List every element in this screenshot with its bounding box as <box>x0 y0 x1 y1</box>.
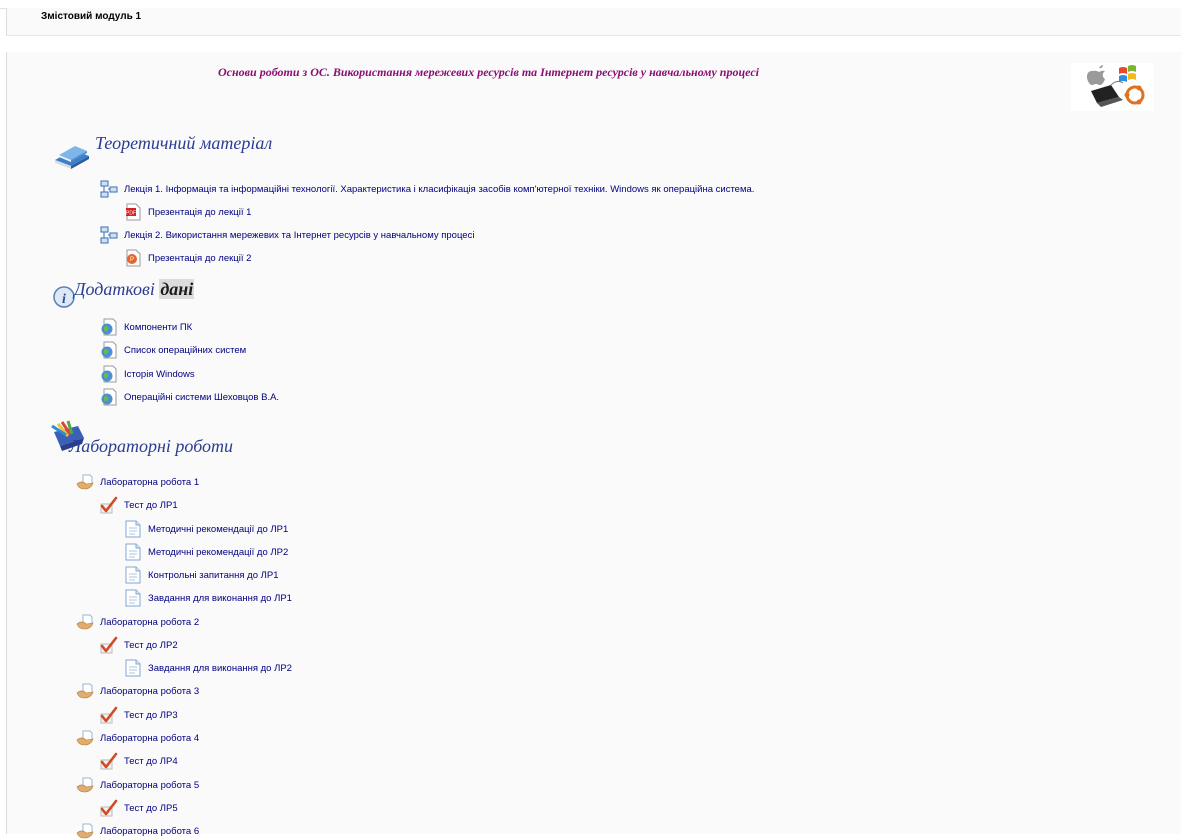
list-item-label: Лабораторна робота 5 <box>100 779 200 791</box>
list-item-label: Завдання для виконання до ЛР2 <box>148 662 292 674</box>
page-structure-icon <box>100 180 118 198</box>
list-item-label: Презентація до лекції 2 <box>148 252 252 264</box>
list-item-label: Тест до ЛР5 <box>124 802 178 814</box>
assignment-icon <box>76 474 94 490</box>
list-item[interactable]: Історія Windows <box>100 365 195 383</box>
web-link-icon <box>101 388 117 406</box>
quiz-icon <box>100 799 118 817</box>
list-item[interactable]: PDF Презентація до лекції 1 <box>124 203 251 221</box>
theory-heading: Теоретичний матеріал <box>95 133 273 153</box>
page-icon <box>125 589 141 607</box>
assignment-icon <box>76 683 94 699</box>
list-item-label: Тест до ЛР1 <box>124 499 178 511</box>
list-item-label: Лабораторна робота 4 <box>100 732 200 744</box>
svg-text:i: i <box>62 292 66 307</box>
quiz-icon <box>100 636 118 654</box>
section-header <box>6 8 1181 36</box>
list-item[interactable]: Лекція 2. Використання мережевих та Інте… <box>100 226 474 244</box>
books-icon <box>55 146 89 169</box>
list-item-label: Методичні рекомендації до ЛР1 <box>148 523 289 535</box>
labs-heading: Лабораторні роботи <box>69 436 234 456</box>
list-item[interactable]: Тест до ЛР5 <box>100 799 178 817</box>
list-item-label: Компоненти ПК <box>124 321 193 333</box>
list-item[interactable]: Лабораторна робота 4 <box>76 729 199 747</box>
list-item-label: Лабораторна робота 3 <box>100 685 200 697</box>
section-gap <box>0 36 1181 52</box>
web-link-icon <box>101 318 117 336</box>
os-logos-icon <box>1071 63 1154 111</box>
list-item-label: Список операційних систем <box>124 344 247 356</box>
list-item[interactable]: Тест до ЛР4 <box>100 752 178 770</box>
assignment-icon <box>76 823 94 839</box>
page-structure-icon <box>100 226 118 244</box>
web-link-icon <box>101 341 117 359</box>
assignment-icon <box>76 614 94 630</box>
list-item-label: Лабораторна робота 2 <box>100 616 200 628</box>
list-item[interactable]: Лабораторна робота 1 <box>76 473 199 491</box>
extra-heading: Додаткові дані <box>74 279 195 300</box>
list-item[interactable]: Операційні системи Шеховцов В.А. <box>100 388 279 406</box>
list-item[interactable]: Тест до ЛР3 <box>100 706 178 724</box>
web-link-icon <box>101 365 117 383</box>
section-title: Змістовий модуль 1 <box>41 11 142 22</box>
pdf-icon: PDF <box>126 203 141 221</box>
list-item-label: Лабораторна робота 6 <box>100 825 200 837</box>
list-item[interactable]: Лабораторна робота 2 <box>76 613 199 631</box>
list-item-label: Тест до ЛР3 <box>124 709 178 721</box>
quiz-icon <box>100 752 118 770</box>
list-item[interactable]: Лабораторна робота 3 <box>76 682 199 700</box>
list-item[interactable]: Методичні рекомендації до ЛР1 <box>124 520 288 538</box>
page-icon <box>125 566 141 584</box>
list-item-label: Завдання для виконання до ЛР1 <box>148 592 292 604</box>
list-item[interactable]: Лабораторна робота 5 <box>76 776 199 794</box>
list-item-label: Тест до ЛР4 <box>124 755 178 767</box>
list-item-label: Методичні рекомендації до ЛР2 <box>148 546 289 558</box>
page-icon <box>125 543 141 561</box>
list-item[interactable]: Лабораторна робота 6 <box>76 822 199 840</box>
powerpoint-icon: P <box>126 249 141 267</box>
list-item-label: Історія Windows <box>124 368 195 380</box>
svg-text:P: P <box>130 257 134 263</box>
list-item-label: Лекція 1. Інформація та інформаційні тех… <box>124 183 755 195</box>
assignment-icon <box>76 730 94 746</box>
list-item[interactable]: Контрольні запитання до ЛР1 <box>124 566 278 584</box>
list-item[interactable]: P Презентація до лекції 2 <box>124 249 251 267</box>
assignment-icon <box>76 777 94 793</box>
quiz-icon <box>100 496 118 514</box>
list-item[interactable]: Завдання для виконання до ЛР2 <box>124 659 292 677</box>
list-item-label: Лабораторна робота 1 <box>100 476 200 488</box>
list-item[interactable]: Компоненти ПК <box>100 318 192 336</box>
list-item-label: Лекція 2. Використання мережевих та Інте… <box>124 229 475 241</box>
svg-text:PDF: PDF <box>126 211 136 217</box>
list-item-label: Презентація до лекції 1 <box>148 206 252 218</box>
list-item[interactable]: Методичні рекомендації до ЛР2 <box>124 543 288 561</box>
list-item[interactable]: Завдання для виконання до ЛР1 <box>124 589 292 607</box>
module-banner-title: Основи роботи з ОС. Використання мережев… <box>218 65 759 79</box>
list-item[interactable]: Лекція 1. Інформація та інформаційні тех… <box>100 180 754 198</box>
extra-heading-part1: Додаткові <box>74 279 155 299</box>
page-icon <box>125 659 141 677</box>
quiz-icon <box>100 706 118 724</box>
list-item[interactable]: Список операційних систем <box>100 341 246 359</box>
list-item[interactable]: Тест до ЛР2 <box>100 636 178 654</box>
page-icon <box>125 520 141 538</box>
list-item-label: Тест до ЛР2 <box>124 639 178 651</box>
extra-heading-part2: дані <box>159 279 195 299</box>
list-item-label: Контрольні запитання до ЛР1 <box>148 569 279 581</box>
list-item-label: Операційні системи Шеховцов В.А. <box>124 391 280 403</box>
list-item[interactable]: Тест до ЛР1 <box>100 496 178 514</box>
